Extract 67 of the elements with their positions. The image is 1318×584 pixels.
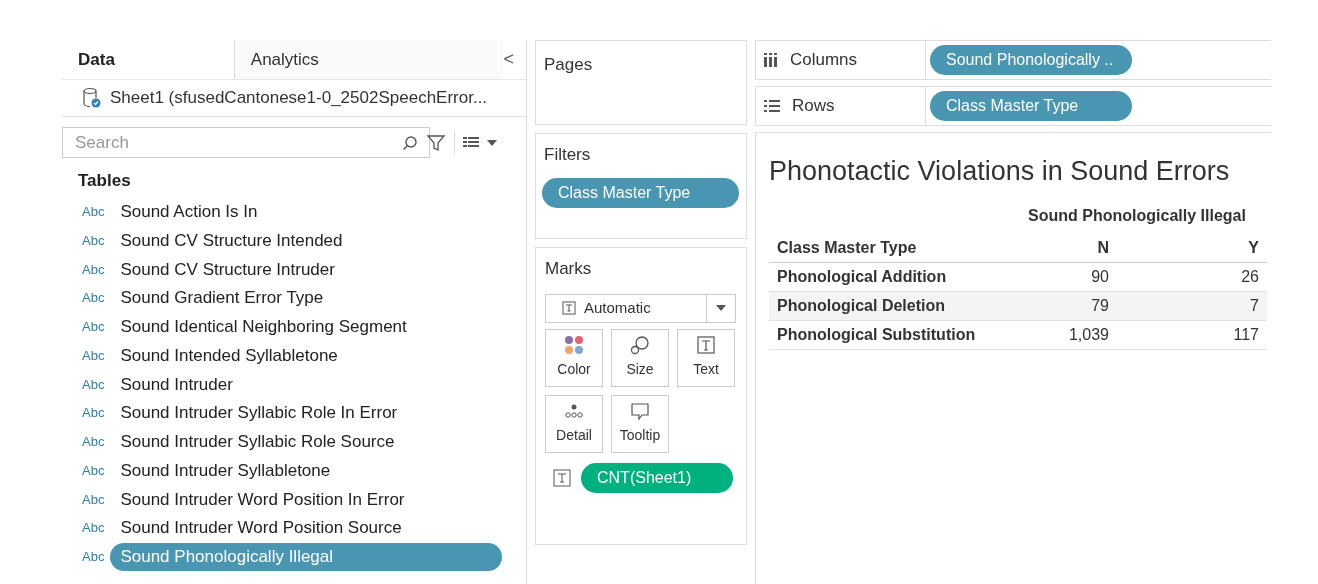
marks-card-button[interactable]: Tooltip [611,394,669,453]
view-title: Phonotactic Violations in Sound Errors [769,155,1231,188]
shelf-label: Rows [792,95,835,118]
data-type-label: Abc [82,289,105,308]
data-type-label: Abc [82,260,105,279]
marks-card-button[interactable]: Size [611,328,669,387]
data-type-label: Abc [82,548,105,567]
table-cell: 117 [1117,320,1267,349]
pane-tab[interactable]: Analytics [233,40,504,79]
data-type-label: Abc [82,519,105,538]
list-view-icon[interactable] [463,135,479,150]
table-cell: 79 [987,291,1117,320]
shelf-title: Pages [544,54,594,76]
data-type-label: Abc [82,346,105,365]
field-item[interactable]: Sound Gradient Error Type [110,284,502,312]
field-item[interactable]: Sound Intruder Syllabletone [110,456,502,485]
data-type-label: Abc [82,490,105,509]
field-item[interactable]: Sound CV Structure Intruder [110,255,502,284]
shelf-title: Filters [544,144,592,166]
dropdown-caret-icon[interactable] [487,139,497,146]
row-header: Phonological Deletion [769,291,987,320]
column-header: Class Master Type [769,233,987,262]
speech-bubble-icon [630,401,650,421]
text-icon [562,301,576,315]
marks-card-button[interactable]: Detail [545,394,603,453]
text-icon [696,335,716,355]
mark-type-dropdown[interactable]: Automatic [545,293,736,323]
field-item[interactable]: Sound CV Structure Intended [110,226,502,255]
rows-icon [764,99,780,113]
section-heading: Tables [77,170,132,192]
database-icon [82,87,102,109]
table-cell: 26 [1117,262,1267,291]
data-type-label: Abc [82,375,105,394]
field-item[interactable]: Sound Intruder Syllabic Role In Error [110,399,502,427]
column-header: Y [1117,233,1267,262]
marks-card-button[interactable]: Text [677,328,735,387]
column-header: N [987,233,1117,262]
data-type-label: Abc [82,433,105,452]
collapse-button[interactable]: < [503,40,526,79]
data-type-label: Abc [82,404,105,423]
data-type-label: Abc [82,461,105,480]
shelf-label: Columns [790,49,858,72]
marks-card-button[interactable]: Color [545,328,603,387]
table-cell: 1,039 [987,320,1117,349]
table-cell: 7 [1117,291,1267,320]
shelf-title: Marks [545,258,593,280]
text-icon [553,468,571,487]
data-type-label: Abc [82,231,105,250]
size-shapes-icon [630,335,650,355]
datasource-name: Sheet1 (sfusedCantonese1-0_2502SpeechError... [110,87,488,110]
field-item[interactable]: Sound Identical Neighboring Segment [110,313,502,341]
color-dots-icon [564,335,584,355]
dropdown-caret-icon [716,305,726,311]
field-item[interactable]: Sound Intruder Syllabic Role Source [110,428,502,456]
field-item[interactable]: Sound Intruder Word Position Source [110,514,502,542]
columns-icon [764,53,778,67]
search-field[interactable]: Search [62,127,430,158]
field-item[interactable]: Sound Intended Syllabletone [110,341,502,370]
column-group-header: Sound Phonologically Illegal [1027,205,1247,226]
field-item[interactable]: Sound Intruder [110,370,502,399]
field-item[interactable]: Sound Action Is In [110,198,502,226]
data-type-label: Abc [82,203,105,222]
row-header: Phonological Substitution [769,320,987,349]
row-header: Phonological Addition [769,262,987,291]
field-item[interactable]: Sound Intruder Word Position In Error [110,485,502,514]
table-cell: 90 [987,262,1117,291]
data-type-label: Abc [82,318,105,337]
